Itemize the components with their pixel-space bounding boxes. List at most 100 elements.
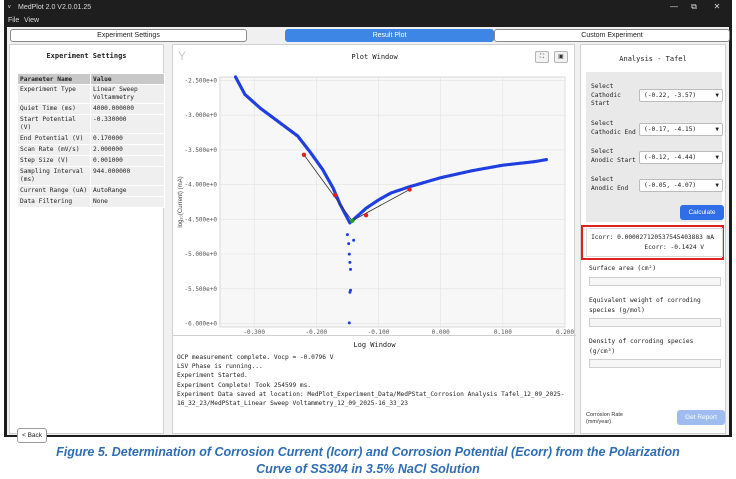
tafel-marker: [332, 192, 338, 198]
param-name: Sampling Interval (ms): [17, 166, 91, 186]
param-name: End Potential (V): [17, 133, 91, 145]
corrosion-rate-unit: (mm/year): [586, 419, 612, 425]
corrosion-result-box: Icorr: 0.000027120537545403883 mA Ecorr:…: [586, 228, 723, 257]
cathodic-end-value: (-0.17, -4.15): [644, 126, 697, 133]
table-row: Data Filtering None: [17, 196, 165, 208]
get-report-button[interactable]: Get Report: [677, 410, 725, 425]
menu-view[interactable]: View: [24, 17, 39, 24]
log-lines: OCP measurement complete. Vocp = -0.0796…: [177, 353, 569, 408]
menu-file[interactable]: File: [8, 17, 19, 24]
param-value: 0.170000: [90, 133, 165, 145]
plot-header: Y Plot Window ⛶ ▣: [173, 45, 576, 69]
surface-area-input[interactable]: [589, 277, 721, 286]
minimize-button[interactable]: —: [668, 2, 680, 11]
app-logo-icon: ᵛ: [8, 3, 11, 12]
chevron-down-icon: ▼: [715, 92, 719, 99]
corrosion-rate-text: Corrosion Rate: [586, 412, 623, 418]
param-value: Linear Sweep Voltammetry: [90, 84, 165, 104]
table-row: Sampling Interval (ms) 944.000000: [17, 166, 165, 186]
data-point: [352, 238, 356, 242]
cathodic-start-label: Select Cathodic Start: [591, 83, 621, 107]
tab-experiment-settings[interactable]: Experiment Settings: [10, 29, 247, 42]
table-row: Current Range (uA) AutoRange: [17, 185, 165, 197]
param-value: 0.001000: [90, 155, 165, 167]
chevron-down-icon: ▼: [715, 154, 719, 161]
anodic-end-label: Select Anodic End: [591, 176, 629, 192]
data-point: [348, 290, 352, 294]
caption-line-2: Curve of SS304 in 3.5% NaCl Solution: [256, 462, 480, 476]
cathodic-start-select[interactable]: (-0.22, -3.57) ▼: [639, 89, 723, 102]
plot-area: [219, 76, 566, 328]
y-tick-label: -3.500e+0: [184, 147, 217, 154]
data-point: [347, 242, 351, 246]
table-row: Experiment Type Linear Sweep Voltammetry: [17, 84, 165, 104]
close-button[interactable]: ✕: [711, 2, 723, 11]
table-row: Scan Rate (mV/s) 2.000000: [17, 144, 165, 156]
param-value: 944.000000: [90, 166, 165, 186]
experiment-settings-panel: Experiment Settings Parameter Name Value…: [9, 44, 165, 443]
param-value: 4000.000000: [90, 103, 165, 115]
anodic-start-value: (-0.12, -4.44): [644, 154, 697, 161]
table-row: Step Size (V) 0.001000: [17, 155, 165, 167]
y-tick-label: -4.000e+0: [184, 182, 217, 189]
plot-panel: Y Plot Window ⛶ ▣ -0.300 -0.200 -0.100 0.00…: [172, 44, 576, 435]
data-point: [349, 267, 353, 271]
tafel-plot[interactable]: -0.300 -0.200 -0.100 0.000 0.100 0.200-2.500e…: [173, 69, 576, 335]
param-name: Start Potential (V): [17, 114, 91, 134]
settings-header-row: Parameter Name Value: [17, 73, 165, 85]
param-value: -0.330000: [90, 114, 165, 134]
anodic-end-select[interactable]: (-0.05, -4.07) ▼: [639, 179, 723, 192]
caption-line-1: Figure 5. Determination of Corrosion Cur…: [56, 445, 680, 459]
log-line: Experiment Data saved at location: MedPl…: [177, 390, 565, 398]
param-value: 2.000000: [90, 144, 165, 156]
cathodic-end-label: Select Cathodic End: [591, 120, 636, 136]
eq-weight-input[interactable]: [589, 318, 721, 327]
calculate-button[interactable]: Calculate: [680, 205, 724, 220]
corrosion-rate-label: Corrosion Rate (mm/year): [586, 412, 623, 426]
data-point: [347, 252, 351, 256]
y-tick-label: -5.500e+0: [184, 286, 217, 293]
data-point: [347, 321, 351, 325]
tafel-marker: [349, 218, 355, 223]
tab-custom-experiment[interactable]: Custom Experiment: [494, 29, 730, 42]
param-name: Step Size (V): [17, 155, 91, 167]
back-button[interactable]: < Back: [17, 428, 47, 443]
y-tick-label: -6.000e+0: [184, 321, 217, 328]
icorr-value: Icorr: 0.000027120537545403883 mA: [591, 234, 714, 241]
data-point: [348, 260, 352, 264]
param-value: AutoRange: [90, 185, 165, 197]
y-tick-label: -4.500e+0: [184, 216, 217, 223]
log-line: LSV Phase is running...: [177, 363, 263, 371]
param-name: Scan Rate (mV/s): [17, 144, 91, 156]
anodic-start-select[interactable]: (-0.12, -4.44) ▼: [639, 151, 723, 164]
log-window: Log Window OCP measurement complete. Voc…: [173, 335, 576, 435]
cathodic-start-value: (-0.22, -3.57): [644, 92, 697, 99]
app-window: ᵛ MedPlot 2.0 V2.0.01.25 — ⧉ ✕ File View…: [4, 0, 732, 443]
figure-caption: Figure 5. Determination of Corrosion Cur…: [0, 444, 736, 478]
client-area: Experiment Settings Result Plot Custom E…: [7, 27, 730, 443]
y-tick-label: -2.500e+0: [184, 77, 217, 84]
log-line: OCP measurement complete. Vocp = -0.0796…: [177, 354, 334, 361]
log-window-title: Log Window: [353, 341, 396, 349]
surface-area-label: Surface area (cm²): [589, 265, 657, 272]
density-input[interactable]: [589, 359, 721, 368]
log-line: Experiment Complete! Took 254599 ms.: [177, 381, 312, 389]
table-row: Quiet Time (ms) 4000.000000: [17, 103, 165, 115]
eq-weight-label: Equivalent weight of corroding species (…: [589, 297, 701, 314]
param-name: Quiet Time (ms): [17, 103, 91, 115]
analysis-title: Analysis - Tafel: [619, 55, 687, 63]
log-line: 16_32_23/MedPStat_Linear Sweep Voltammet…: [177, 400, 408, 408]
param-name: Data Filtering: [17, 196, 91, 208]
expand-plot-button[interactable]: ⛶: [535, 51, 549, 63]
header-value: Value: [90, 73, 165, 85]
surface-area-field: Surface area (cm²): [589, 264, 721, 286]
save-plot-button[interactable]: ▣: [554, 51, 568, 63]
tab-bar: Experiment Settings Result Plot Custom E…: [7, 27, 730, 44]
maximize-button[interactable]: ⧉: [688, 2, 700, 12]
tab-result-plot[interactable]: Result Plot: [285, 29, 494, 42]
table-row: Start Potential (V) -0.330000: [17, 114, 165, 134]
settings-table: Parameter Name Value Experiment Type Line…: [17, 73, 165, 208]
analysis-selection-box: Select Cathodic Start (-0.22, -3.57) ▼ Se…: [586, 72, 724, 222]
cathodic-end-select[interactable]: (-0.17, -4.15) ▼: [639, 123, 723, 136]
anodic-end-value: (-0.05, -4.07): [644, 182, 697, 189]
